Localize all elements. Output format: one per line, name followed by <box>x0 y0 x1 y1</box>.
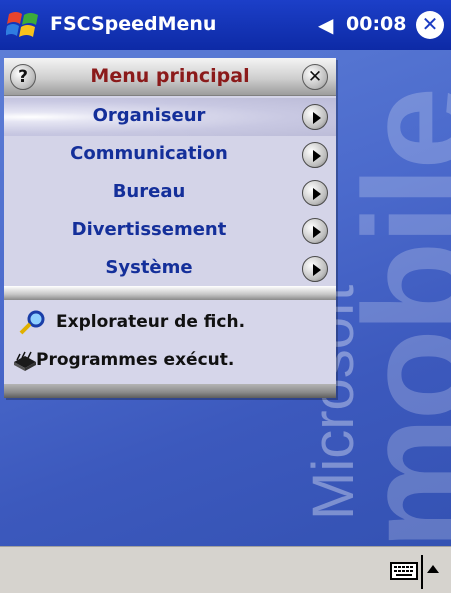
menu-header: ? Menu principal ✕ <box>4 58 336 96</box>
chip-icon <box>14 351 36 371</box>
chevron-right-icon[interactable] <box>302 104 328 130</box>
menu-title: Menu principal <box>90 65 250 87</box>
wallpaper-text-big: mobile <box>332 90 451 546</box>
menu-bottom-edge <box>4 384 336 398</box>
keyboard-icon[interactable] <box>390 561 418 581</box>
app-item-label: Programmes exécut. <box>36 350 235 370</box>
chevron-right-icon[interactable] <box>302 180 328 206</box>
chevron-right-icon[interactable] <box>302 218 328 244</box>
menu-item-label: Communication <box>70 143 228 164</box>
magnifier-icon <box>19 310 45 335</box>
menu-item-communication[interactable]: Communication <box>4 136 336 174</box>
menu-item-bureau[interactable]: Bureau <box>4 174 336 212</box>
close-app-button[interactable]: ✕ <box>416 11 444 39</box>
speed-menu: ? Menu principal ✕ Organiseur Communicat… <box>4 58 336 398</box>
up-arrow-icon[interactable] <box>427 565 439 573</box>
divider <box>4 286 336 300</box>
app-item-running-programs[interactable]: Programmes exécut. <box>4 342 336 380</box>
app-title: FSCSpeedMenu <box>50 13 217 35</box>
menu-item-label: Bureau <box>112 181 186 202</box>
title-bar: FSCSpeedMenu ◀ 00:08 ✕ <box>0 0 451 50</box>
app-item-label: Explorateur de fich. <box>56 312 246 332</box>
menu-close-button[interactable]: ✕ <box>302 64 328 90</box>
chevron-right-icon[interactable] <box>302 256 328 282</box>
menu-item-systeme[interactable]: Système <box>4 250 336 288</box>
chevron-right-icon[interactable] <box>302 142 328 168</box>
sip-divider <box>421 555 423 589</box>
running-apps-list: Explorateur de fich. Programmes exécut. <box>4 300 336 384</box>
windows-start-icon[interactable] <box>6 8 42 42</box>
volume-icon[interactable]: ◀ <box>318 13 333 37</box>
menu-item-label: Organiseur <box>92 105 206 126</box>
menu-item-label: Divertissement <box>71 219 227 240</box>
clock[interactable]: 00:08 <box>346 13 406 35</box>
menu-item-divertissement[interactable]: Divertissement <box>4 212 336 250</box>
app-item-file-explorer[interactable]: Explorateur de fich. <box>4 304 336 342</box>
menu-item-organiseur[interactable]: Organiseur <box>4 98 336 136</box>
menu-item-label: Système <box>105 257 193 278</box>
command-bar <box>0 546 451 593</box>
